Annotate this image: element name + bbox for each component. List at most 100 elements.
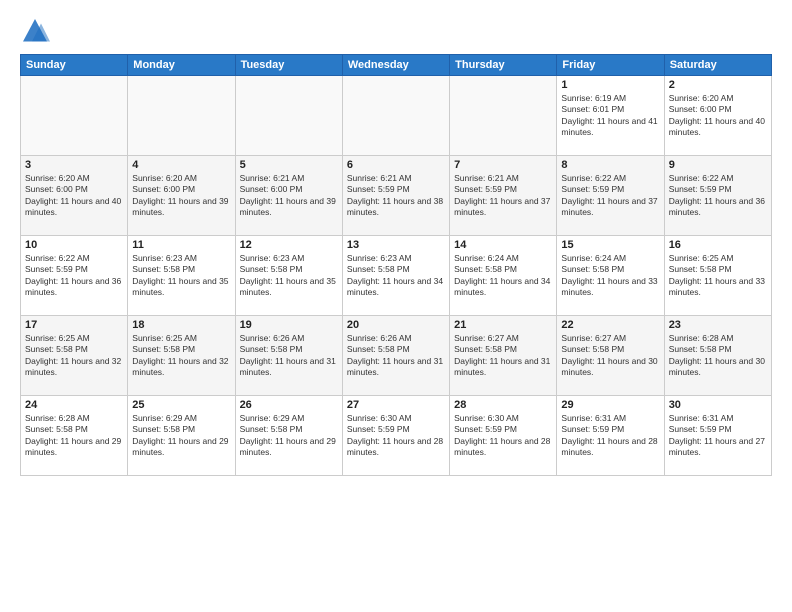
calendar-cell bbox=[128, 76, 235, 156]
calendar-cell bbox=[342, 76, 449, 156]
weekday-header: Friday bbox=[557, 55, 664, 76]
day-number: 21 bbox=[454, 319, 552, 331]
day-number: 9 bbox=[669, 159, 767, 171]
calendar-header-row: SundayMondayTuesdayWednesdayThursdayFrid… bbox=[21, 55, 772, 76]
calendar-cell: 16Sunrise: 6:25 AM Sunset: 5:58 PM Dayli… bbox=[664, 236, 771, 316]
calendar-cell: 20 Sunrise: 6:26 AM Sunset: 5:58 PM Dayli… bbox=[342, 316, 449, 396]
day-info: Sunrise: 6:27 AM Sunset: 5:58 PM Dayligh… bbox=[454, 333, 552, 379]
day-number: 30 bbox=[669, 399, 767, 411]
calendar-cell: 26 Sunrise: 6:29 AM Sunset: 5:58 PM Dayli… bbox=[235, 396, 342, 476]
calendar-cell: 13 Sunrise: 6:23 AM Sunset: 5:58 PM Dayli… bbox=[342, 236, 449, 316]
calendar-cell: 10Sunrise: 6:22 AM Sunset: 5:59 PM Dayli… bbox=[21, 236, 128, 316]
day-number: 5 bbox=[240, 159, 338, 171]
calendar-cell: 23 Sunrise: 6:28 AM Sunset: 5:58 PM Dayli… bbox=[664, 316, 771, 396]
day-info: Sunrise: 6:29 AM Sunset: 5:58 PM Dayligh… bbox=[240, 413, 338, 459]
day-info: Sunrise: 6:25 AM Sunset: 5:58 PM Dayligh… bbox=[132, 333, 230, 379]
day-info: Sunrise: 6:26 AM Sunset: 5:58 PM Dayligh… bbox=[347, 333, 445, 379]
calendar-cell bbox=[450, 76, 557, 156]
day-info: Sunrise: 6:21 AM Sunset: 5:59 PM Dayligh… bbox=[347, 173, 445, 219]
calendar-cell: 22 Sunrise: 6:27 AM Sunset: 5:58 PM Dayli… bbox=[557, 316, 664, 396]
day-info: Sunrise: 6:30 AM Sunset: 5:59 PM Dayligh… bbox=[347, 413, 445, 459]
calendar-cell: 12Sunrise: 6:23 AM Sunset: 5:58 PM Dayli… bbox=[235, 236, 342, 316]
logo-icon bbox=[20, 16, 50, 46]
weekday-header: Sunday bbox=[21, 55, 128, 76]
calendar-cell: 24 Sunrise: 6:28 AM Sunset: 5:58 PM Dayli… bbox=[21, 396, 128, 476]
day-info: Sunrise: 6:22 AM Sunset: 5:59 PM Dayligh… bbox=[561, 173, 659, 219]
day-number: 11 bbox=[132, 239, 230, 251]
calendar-cell bbox=[235, 76, 342, 156]
calendar-cell: 8 Sunrise: 6:22 AM Sunset: 5:59 PM Daylig… bbox=[557, 156, 664, 236]
calendar-cell: 2 Sunrise: 6:20 AM Sunset: 6:00 PM Daylig… bbox=[664, 76, 771, 156]
calendar-cell: 25 Sunrise: 6:29 AM Sunset: 5:58 PM Dayli… bbox=[128, 396, 235, 476]
day-info: Sunrise: 6:24 AM Sunset: 5:58 PM Dayligh… bbox=[454, 253, 552, 299]
calendar-cell: 4 Sunrise: 6:20 AM Sunset: 6:00 PM Daylig… bbox=[128, 156, 235, 236]
day-info: Sunrise: 6:31 AM Sunset: 5:59 PM Dayligh… bbox=[561, 413, 659, 459]
day-info: Sunrise: 6:23 AM Sunset: 5:58 PM Dayligh… bbox=[347, 253, 445, 299]
weekday-header: Monday bbox=[128, 55, 235, 76]
calendar-cell: 1 Sunrise: 6:19 AM Sunset: 6:01 PM Daylig… bbox=[557, 76, 664, 156]
day-number: 10 bbox=[25, 239, 123, 251]
day-number: 17 bbox=[25, 319, 123, 331]
day-number: 18 bbox=[132, 319, 230, 331]
day-info: Sunrise: 6:25 AM Sunset: 5:58 PM Dayligh… bbox=[669, 253, 767, 299]
day-number: 13 bbox=[347, 239, 445, 251]
calendar-cell: 21 Sunrise: 6:27 AM Sunset: 5:58 PM Dayli… bbox=[450, 316, 557, 396]
day-number: 26 bbox=[240, 399, 338, 411]
weekday-header: Thursday bbox=[450, 55, 557, 76]
calendar-cell: 18 Sunrise: 6:25 AM Sunset: 5:58 PM Dayli… bbox=[128, 316, 235, 396]
day-number: 27 bbox=[347, 399, 445, 411]
day-info: Sunrise: 6:30 AM Sunset: 5:59 PM Dayligh… bbox=[454, 413, 552, 459]
day-number: 3 bbox=[25, 159, 123, 171]
day-info: Sunrise: 6:25 AM Sunset: 5:58 PM Dayligh… bbox=[25, 333, 123, 379]
day-info: Sunrise: 6:24 AM Sunset: 5:58 PM Dayligh… bbox=[561, 253, 659, 299]
calendar-week-row: 1 Sunrise: 6:19 AM Sunset: 6:01 PM Daylig… bbox=[21, 76, 772, 156]
day-number: 23 bbox=[669, 319, 767, 331]
calendar-cell: 9 Sunrise: 6:22 AM Sunset: 5:59 PM Daylig… bbox=[664, 156, 771, 236]
header bbox=[20, 16, 772, 46]
day-info: Sunrise: 6:31 AM Sunset: 5:59 PM Dayligh… bbox=[669, 413, 767, 459]
day-number: 20 bbox=[347, 319, 445, 331]
day-number: 7 bbox=[454, 159, 552, 171]
calendar-cell: 29 Sunrise: 6:31 AM Sunset: 5:59 PM Dayli… bbox=[557, 396, 664, 476]
day-info: Sunrise: 6:20 AM Sunset: 6:00 PM Dayligh… bbox=[132, 173, 230, 219]
calendar-cell: 27 Sunrise: 6:30 AM Sunset: 5:59 PM Dayli… bbox=[342, 396, 449, 476]
day-number: 4 bbox=[132, 159, 230, 171]
day-info: Sunrise: 6:20 AM Sunset: 6:00 PM Dayligh… bbox=[669, 93, 767, 139]
day-number: 6 bbox=[347, 159, 445, 171]
calendar-cell: 19 Sunrise: 6:26 AM Sunset: 5:58 PM Dayli… bbox=[235, 316, 342, 396]
calendar-cell: 3Sunrise: 6:20 AM Sunset: 6:00 PM Daylig… bbox=[21, 156, 128, 236]
calendar-cell: 7 Sunrise: 6:21 AM Sunset: 5:59 PM Daylig… bbox=[450, 156, 557, 236]
page: SundayMondayTuesdayWednesdayThursdayFrid… bbox=[0, 0, 792, 612]
weekday-header: Wednesday bbox=[342, 55, 449, 76]
calendar-cell bbox=[21, 76, 128, 156]
calendar-week-row: 17 Sunrise: 6:25 AM Sunset: 5:58 PM Dayli… bbox=[21, 316, 772, 396]
day-number: 2 bbox=[669, 79, 767, 91]
day-info: Sunrise: 6:29 AM Sunset: 5:58 PM Dayligh… bbox=[132, 413, 230, 459]
logo bbox=[20, 16, 54, 46]
day-number: 25 bbox=[132, 399, 230, 411]
weekday-header: Tuesday bbox=[235, 55, 342, 76]
day-info: Sunrise: 6:23 AM Sunset: 5:58 PM Dayligh… bbox=[132, 253, 230, 299]
day-info: Sunrise: 6:28 AM Sunset: 5:58 PM Dayligh… bbox=[25, 413, 123, 459]
calendar-cell: 6 Sunrise: 6:21 AM Sunset: 5:59 PM Daylig… bbox=[342, 156, 449, 236]
day-number: 22 bbox=[561, 319, 659, 331]
calendar-cell: 30 Sunrise: 6:31 AM Sunset: 5:59 PM Dayli… bbox=[664, 396, 771, 476]
day-info: Sunrise: 6:28 AM Sunset: 5:58 PM Dayligh… bbox=[669, 333, 767, 379]
day-number: 28 bbox=[454, 399, 552, 411]
day-info: Sunrise: 6:22 AM Sunset: 5:59 PM Dayligh… bbox=[669, 173, 767, 219]
day-info: Sunrise: 6:19 AM Sunset: 6:01 PM Dayligh… bbox=[561, 93, 659, 139]
day-info: Sunrise: 6:26 AM Sunset: 5:58 PM Dayligh… bbox=[240, 333, 338, 379]
day-info: Sunrise: 6:27 AM Sunset: 5:58 PM Dayligh… bbox=[561, 333, 659, 379]
day-number: 24 bbox=[25, 399, 123, 411]
calendar-cell: 11 Sunrise: 6:23 AM Sunset: 5:58 PM Dayli… bbox=[128, 236, 235, 316]
calendar-cell: 5Sunrise: 6:21 AM Sunset: 6:00 PM Daylig… bbox=[235, 156, 342, 236]
day-number: 19 bbox=[240, 319, 338, 331]
calendar-week-row: 24 Sunrise: 6:28 AM Sunset: 5:58 PM Dayli… bbox=[21, 396, 772, 476]
calendar-cell: 14Sunrise: 6:24 AM Sunset: 5:58 PM Dayli… bbox=[450, 236, 557, 316]
calendar-cell: 15Sunrise: 6:24 AM Sunset: 5:58 PM Dayli… bbox=[557, 236, 664, 316]
day-info: Sunrise: 6:21 AM Sunset: 5:59 PM Dayligh… bbox=[454, 173, 552, 219]
day-number: 1 bbox=[561, 79, 659, 91]
day-info: Sunrise: 6:23 AM Sunset: 5:58 PM Dayligh… bbox=[240, 253, 338, 299]
day-number: 29 bbox=[561, 399, 659, 411]
day-number: 8 bbox=[561, 159, 659, 171]
